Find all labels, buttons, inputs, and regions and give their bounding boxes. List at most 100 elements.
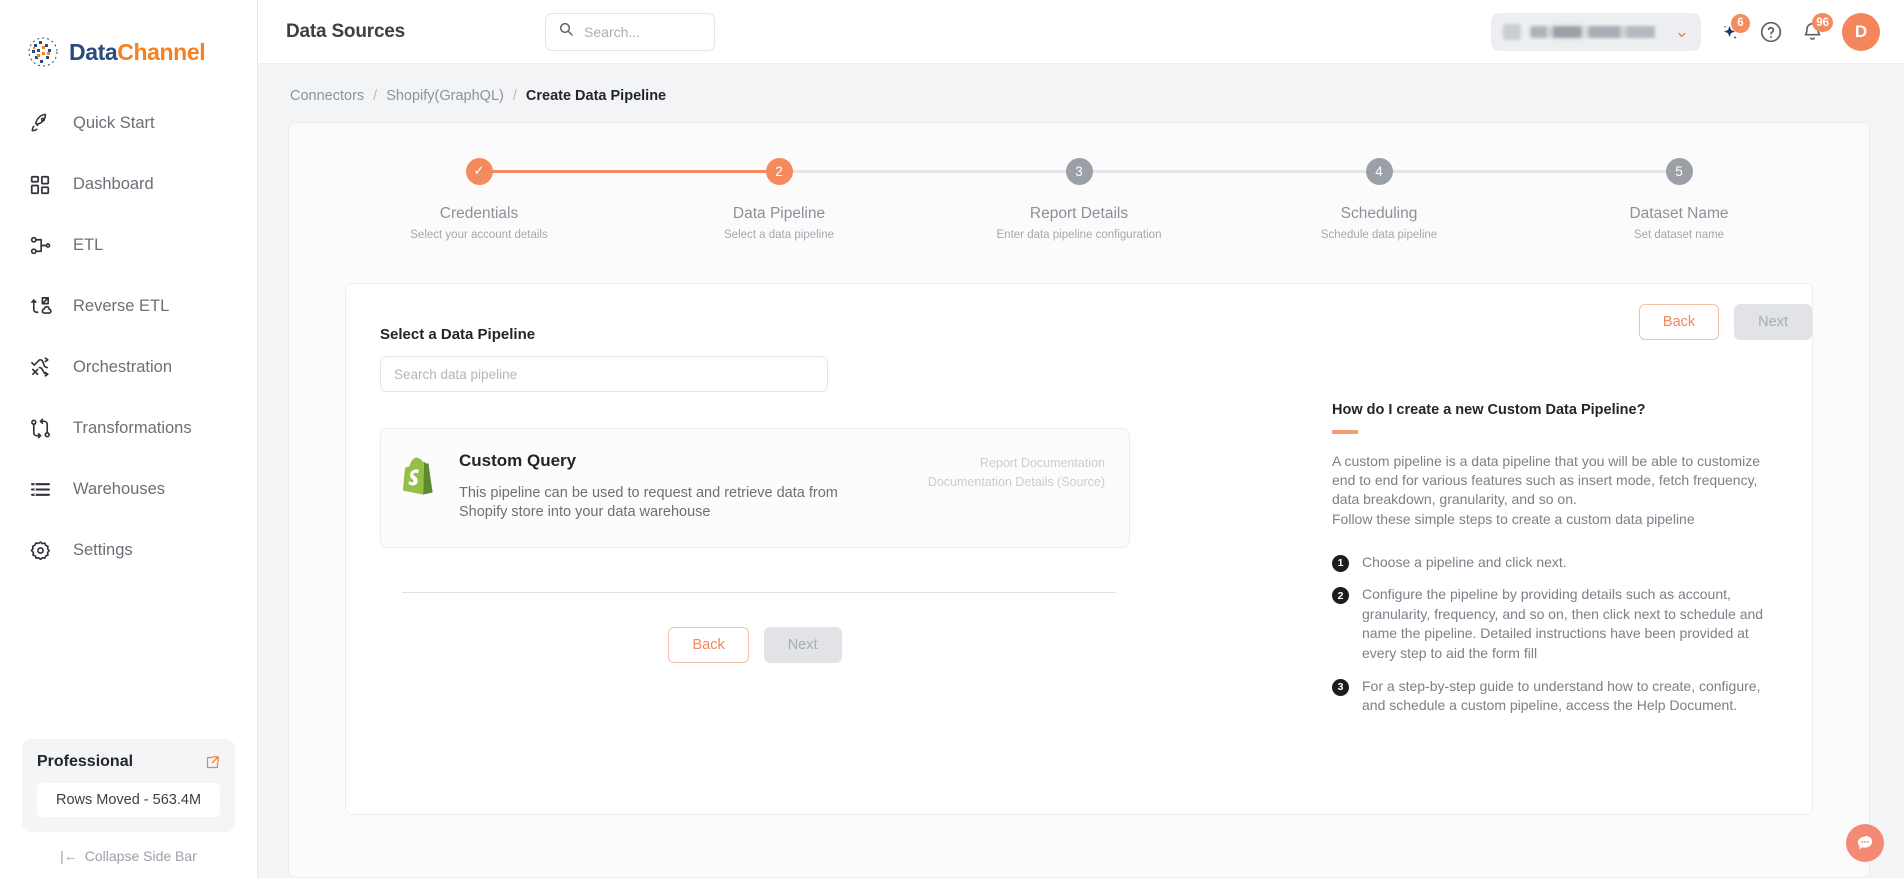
breadcrumb-item-shopify[interactable]: Shopify(GraphQL) <box>386 88 504 104</box>
top-bar-actions: ⌄ 6 <box>1491 13 1880 51</box>
wizard-stepper: ✓ Credentials Select your account detail… <box>289 123 1869 241</box>
plan-row: Professional <box>37 753 220 771</box>
pipeline-selection-left: Select a Data Pipeline <box>380 326 1298 814</box>
help-accent-rule <box>1332 430 1358 434</box>
next-button-top[interactable]: Next <box>1734 304 1812 340</box>
breadcrumb-separator: / <box>373 88 377 104</box>
help-step-number: 3 <box>1332 679 1349 696</box>
step-data-pipeline[interactable]: 2 Data Pipeline Select a data pipeline <box>629 157 929 241</box>
ai-badge: 6 <box>1731 14 1750 33</box>
sidebar-item-warehouses[interactable]: Warehouses <box>0 466 257 513</box>
search-input[interactable] <box>584 24 702 40</box>
step-bubble: ✓ <box>466 158 493 185</box>
datachannel-logo-icon <box>26 35 60 69</box>
breadcrumb-separator: / <box>513 88 517 104</box>
breadcrumb-item-connectors[interactable]: Connectors <box>290 88 364 104</box>
pipeline-selection-panel: Select a Data Pipeline <box>345 283 1813 815</box>
brand-logo[interactable]: DataChannel <box>0 0 257 78</box>
collapse-sidebar-button[interactable]: |← Collapse Side Bar <box>22 848 235 864</box>
step-sublabel: Select a data pipeline <box>724 229 834 241</box>
plan-name: Professional <box>37 753 133 771</box>
step-report-details[interactable]: 3 Report Details Enter data pipeline con… <box>929 157 1229 241</box>
pipeline-search-input[interactable] <box>380 356 828 392</box>
sidebar-item-label: Orchestration <box>73 358 172 377</box>
orchestration-icon <box>27 355 53 381</box>
help-step-number: 2 <box>1332 587 1349 604</box>
sidebar-item-settings[interactable]: Settings <box>0 527 257 574</box>
collapse-sidebar-label: Collapse Side Bar <box>85 848 197 864</box>
link-report-documentation[interactable]: Report Documentation <box>928 454 1105 473</box>
question-circle-icon <box>1759 20 1783 44</box>
step-connector-left <box>1229 170 1379 173</box>
link-documentation-details[interactable]: Documentation Details (Source) <box>928 473 1105 492</box>
avatar[interactable]: D <box>1842 13 1880 51</box>
external-link-icon[interactable] <box>205 755 220 770</box>
step-label: Scheduling <box>1341 205 1418 223</box>
pipeline-card-text: Custom Query This pipeline can be used t… <box>459 451 889 523</box>
help-paragraph: A custom pipeline is a data pipeline tha… <box>1332 452 1778 529</box>
wizard-nav-bottom: Back Next <box>380 627 1130 663</box>
step-bubble: 3 <box>1066 158 1093 185</box>
sidebar-item-label: ETL <box>73 236 103 255</box>
account-selector[interactable]: ⌄ <box>1491 13 1701 51</box>
pipeline-card-custom-query[interactable]: Custom Query This pipeline can be used t… <box>380 428 1130 548</box>
rows-moved-badge: Rows Moved - 563.4M <box>37 783 220 817</box>
back-button-bottom[interactable]: Back <box>668 627 748 663</box>
step-connector-left <box>929 170 1079 173</box>
global-search[interactable] <box>545 13 715 51</box>
step-credentials[interactable]: ✓ Credentials Select your account detail… <box>329 157 629 241</box>
sidebar-item-etl[interactable]: ETL <box>0 222 257 269</box>
sidebar-item-quick-start[interactable]: Quick Start <box>0 100 257 147</box>
grid-icon <box>27 172 53 198</box>
etl-icon <box>27 233 53 259</box>
sidebar-footer: Professional Rows Moved - 563.4M |← Coll… <box>0 739 257 878</box>
notifications-badge: 96 <box>1812 13 1833 32</box>
sidebar: DataChannel Quick Start <box>0 0 258 878</box>
sidebar-item-reverse-etl[interactable]: Reverse ETL <box>0 283 257 330</box>
sidebar-item-label: Warehouses <box>73 480 165 499</box>
step-sublabel: Enter data pipeline configuration <box>997 229 1162 241</box>
pipeline-name: Custom Query <box>459 451 889 471</box>
ai-assistant-button[interactable]: 6 <box>1719 21 1741 43</box>
step-connector-right <box>479 170 629 173</box>
sidebar-item-orchestration[interactable]: Orchestration <box>0 344 257 391</box>
help-button[interactable] <box>1759 20 1783 44</box>
account-logo-icon <box>1503 24 1521 40</box>
step-connector-left <box>629 170 779 173</box>
pipeline-description: This pipeline can be used to request and… <box>459 484 889 523</box>
step-connector-right <box>1079 170 1229 173</box>
sidebar-item-label: Settings <box>73 541 133 560</box>
back-button-top[interactable]: Back <box>1639 304 1719 340</box>
step-connector-right <box>1379 170 1529 173</box>
step-top: 2 <box>629 157 929 185</box>
step-top: 4 <box>1229 157 1529 185</box>
help-title: How do I create a new Custom Data Pipeli… <box>1332 402 1778 418</box>
chat-support-button[interactable] <box>1846 824 1884 862</box>
step-sublabel: Schedule data pipeline <box>1321 229 1437 241</box>
step-label: Credentials <box>440 205 518 223</box>
help-content: How do I create a new Custom Data Pipeli… <box>1332 402 1778 716</box>
brand-name-part1: Data <box>69 39 117 65</box>
help-panel: Back Next How do I create a new Custom D… <box>1298 326 1778 814</box>
top-bar: Data Sources ⌄ <box>258 0 1904 64</box>
sidebar-item-transformations[interactable]: Transformations <box>0 405 257 452</box>
next-button-bottom[interactable]: Next <box>764 627 842 663</box>
brand-name-part2: Channel <box>117 39 205 65</box>
help-step: 2 Configure the pipeline by providing de… <box>1332 585 1778 663</box>
main-area: Data Sources ⌄ <box>258 0 1904 878</box>
page-title: Data Sources <box>286 21 405 43</box>
wizard-nav-top: Back Next <box>1639 304 1812 340</box>
step-scheduling[interactable]: 4 Scheduling Schedule data pipeline <box>1229 157 1529 241</box>
sidebar-item-dashboard[interactable]: Dashboard <box>0 161 257 208</box>
transformations-icon <box>27 416 53 442</box>
step-bubble: 5 <box>1666 158 1693 185</box>
help-step-number: 1 <box>1332 555 1349 572</box>
step-dataset-name[interactable]: 5 Dataset Name Set dataset name <box>1529 157 1829 241</box>
app-root: DataChannel Quick Start <box>0 0 1904 878</box>
chevron-down-icon: ⌄ <box>1675 23 1689 40</box>
plan-box: Professional Rows Moved - 563.4M <box>22 739 235 832</box>
step-label: Data Pipeline <box>733 205 825 223</box>
breadcrumb-item-current: Create Data Pipeline <box>526 88 666 104</box>
collapse-arrow-icon: |← <box>60 848 78 864</box>
notifications-button[interactable]: 96 <box>1801 20 1824 43</box>
